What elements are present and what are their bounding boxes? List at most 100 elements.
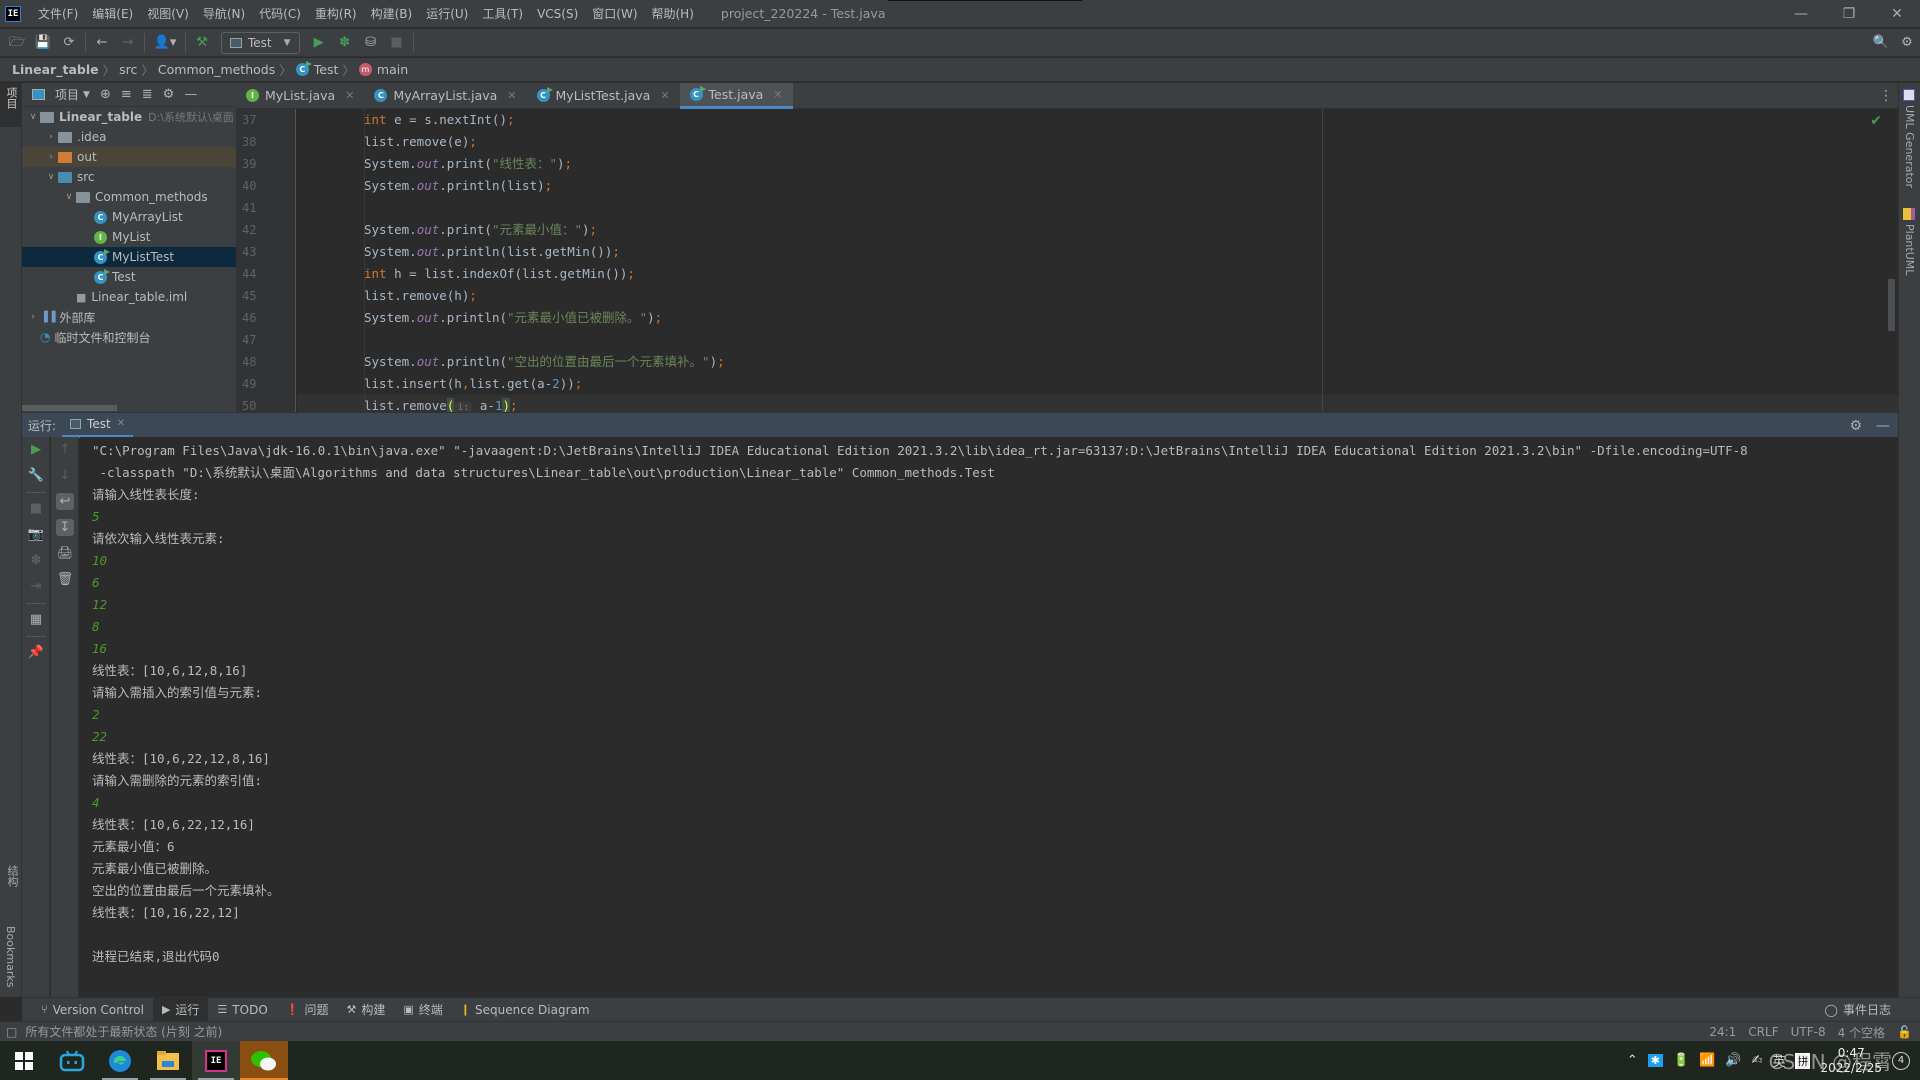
tree-item[interactable]: ∨ Common_methods [22, 187, 236, 207]
dump-threads-camera-icon[interactable]: 📷 [22, 522, 50, 548]
chevron-down-icon[interactable]: ∨ [44, 172, 58, 182]
rerun-icon[interactable]: ▶ [22, 437, 50, 463]
chevron-down-icon[interactable]: ▼ [83, 90, 90, 100]
forward-icon[interactable]: → [115, 31, 141, 55]
tray-app-icon[interactable]: ✱ [1647, 1054, 1663, 1067]
coverage-icon[interactable]: ⛁ [358, 31, 384, 55]
code-line[interactable]: list.insert(h,list.get(a-2)); [297, 373, 1898, 395]
project-tool-button[interactable]: 项目 [0, 83, 21, 127]
code-line[interactable]: System.out.print("线性表："); [297, 153, 1898, 175]
notification-badge[interactable]: 4 [1892, 1051, 1910, 1070]
code-line[interactable]: list.remove(i: a-1); [297, 395, 1898, 412]
soft-wrap-icon[interactable]: ↩ [51, 489, 79, 515]
breadcrumb-item-package[interactable]: Common_methods [158, 62, 275, 77]
editor-tab[interactable]: I MyList.java ✕ [236, 83, 364, 109]
print-icon[interactable]: 🖨 [51, 541, 79, 567]
menu-item[interactable]: 构建(B) [364, 0, 420, 28]
bottom-tab[interactable]: ☰ TODO [208, 998, 276, 1022]
clear-trash-icon[interactable]: 🗑 [51, 567, 79, 593]
tree-item[interactable]: › .idea [22, 127, 236, 147]
bottom-tab[interactable]: ▶ 运行 [152, 997, 209, 1022]
breadcrumb-item-method[interactable]: main [377, 62, 408, 77]
editor-vertical-scrollbar[interactable] [1888, 279, 1895, 331]
code-line[interactable] [297, 329, 1898, 351]
bottom-tab[interactable]: ❙ Sequence Diagram [452, 998, 599, 1022]
menu-item[interactable]: 文件(F) [31, 0, 85, 28]
battery-icon[interactable]: 🔋 [1673, 1053, 1689, 1068]
breadcrumb-item-src[interactable]: src [119, 62, 137, 77]
file-explorer-icon[interactable] [144, 1041, 192, 1080]
stop-icon[interactable]: ■ [22, 496, 50, 522]
chevron-right-icon[interactable]: › [26, 312, 40, 322]
sync-icon[interactable]: ⟳ [56, 31, 82, 55]
layout-icon[interactable]: ▦ [22, 607, 50, 633]
debug-restart-icon[interactable]: ✽ [22, 548, 50, 574]
code-line[interactable] [297, 197, 1898, 219]
minimize-button[interactable]: — [1778, 0, 1824, 28]
code-line[interactable]: System.out.println("元素最小值已被删除。"); [297, 307, 1898, 329]
close-tab-icon[interactable]: ✕ [773, 88, 782, 101]
show-hidden-icons-chevron-up-icon[interactable]: ⌃ [1627, 1053, 1638, 1068]
editor-tab[interactable]: C MyListTest.java ✕ [527, 83, 680, 109]
lock-icon[interactable]: 🔓 [1897, 1025, 1912, 1039]
open-folder-icon[interactable]: 🗁 [4, 31, 30, 55]
build-hammer-icon[interactable]: ⚒ [189, 31, 215, 55]
tree-item[interactable]: › ▐▐ 外部库 [22, 307, 236, 327]
editor-tab[interactable]: C MyArrayList.java ✕ [364, 83, 526, 109]
chevron-right-icon[interactable]: › [44, 152, 58, 162]
plantuml-tool-button[interactable]: PlantUML [1903, 208, 1916, 275]
down-arrow-icon[interactable]: ↓ [51, 463, 79, 489]
menu-item[interactable]: 视图(V) [140, 0, 196, 28]
bottom-tab[interactable]: ⚒ 构建 [337, 998, 394, 1022]
up-arrow-icon[interactable]: ↑ [51, 437, 79, 463]
back-icon[interactable]: ← [89, 31, 115, 55]
restore-button[interactable]: ❐ [1826, 0, 1872, 28]
locate-file-icon[interactable]: ⊕ [100, 87, 111, 102]
collapse-all-icon[interactable]: ≣ [142, 87, 153, 102]
hide-panel-icon[interactable]: — [1876, 418, 1890, 434]
run-tab-test[interactable]: Test ✕ [62, 413, 134, 438]
scroll-to-end-icon[interactable]: ↧ [51, 515, 79, 541]
code-line[interactable]: int h = list.indexOf(list.getMin()); [297, 263, 1898, 285]
settings-gear-icon[interactable]: ⚙ [1894, 31, 1920, 55]
code-line[interactable]: System.out.println("空出的位置由最后一个元素填补。"); [297, 351, 1898, 373]
close-tab-icon[interactable]: ✕ [660, 89, 669, 102]
menu-item[interactable]: VCS(S) [530, 0, 585, 28]
horizontal-scrollbar[interactable] [22, 404, 236, 412]
wechat-icon[interactable] [240, 1041, 288, 1080]
more-options-icon[interactable]: ⋮ [1874, 88, 1898, 104]
run-icon[interactable]: ▶ [306, 31, 332, 55]
edge-browser-icon[interactable] [96, 1041, 144, 1080]
tree-item[interactable]: ■ Linear_table.iml [22, 287, 236, 307]
no-problems-check-icon[interactable]: ✔ [1870, 113, 1882, 129]
hide-panel-icon[interactable]: — [184, 87, 197, 102]
breadcrumb-item-project[interactable]: Linear_table [12, 62, 99, 77]
tree-item[interactable]: ◔ 临时文件和控制台 [22, 327, 236, 347]
close-button[interactable]: ✕ [1874, 0, 1920, 28]
tree-item[interactable]: ∨ Linear_table D:\系统默认\桌面 [22, 107, 236, 127]
indent-setting[interactable]: 4 个空格 [1838, 1024, 1885, 1041]
menu-item[interactable]: 窗口(W) [585, 0, 644, 28]
code-line[interactable]: list.remove(e); [297, 131, 1898, 153]
intellij-idea-taskbar-icon[interactable]: IE [192, 1041, 240, 1080]
edit-config-wrench-icon[interactable]: 🔧 [22, 463, 50, 489]
code-area[interactable]: int e = s.nextInt(); list.remove(e); Syste… [297, 109, 1898, 412]
menu-item[interactable]: 编辑(E) [85, 0, 140, 28]
account-dropdown-icon[interactable]: 👤▾ [148, 31, 182, 55]
gear-icon[interactable]: ⚙ [1849, 418, 1862, 434]
menu-item[interactable]: 重构(R) [308, 0, 364, 28]
expand-all-icon[interactable]: ≡ [121, 87, 132, 102]
tree-item[interactable]: C MyListTest [22, 247, 236, 267]
pen-icon[interactable]: ✍ [1752, 1053, 1763, 1068]
menu-item[interactable]: 运行(U) [419, 0, 475, 28]
editor-tab[interactable]: C Test.java ✕ [679, 82, 793, 109]
line-separator[interactable]: CRLF [1748, 1025, 1778, 1039]
code-line[interactable]: System.out.print("元素最小值："); [297, 219, 1898, 241]
bottom-tab[interactable]: ⑂ Version Control [32, 998, 153, 1022]
stop-icon[interactable]: ■ [384, 31, 410, 55]
code-line[interactable]: System.out.println(list); [297, 175, 1898, 197]
tree-item[interactable]: C Test [22, 267, 236, 287]
toggle-tool-windows-icon[interactable]: □ [6, 1025, 17, 1039]
caret-position[interactable]: 24:1 [1709, 1025, 1736, 1039]
menu-item[interactable]: 导航(N) [196, 0, 252, 28]
